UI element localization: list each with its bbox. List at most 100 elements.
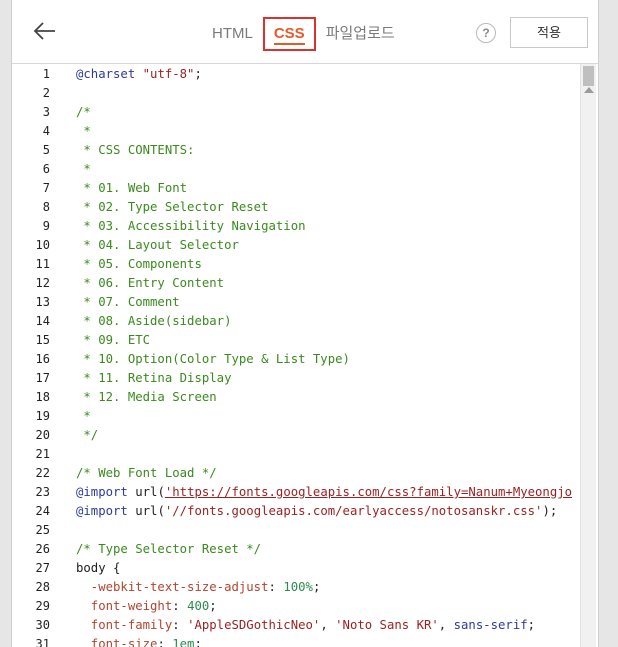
line-number: 17 — [35, 371, 50, 385]
tab-active-indicator — [273, 43, 305, 45]
code-line[interactable]: body { — [76, 559, 120, 578]
code-line[interactable]: @import url('https://fonts.googleapis.co… — [76, 483, 572, 502]
code-token: , — [438, 618, 454, 632]
line-number: 26 — [35, 542, 50, 556]
code-line[interactable]: * 03. Accessibility Navigation — [76, 217, 306, 236]
code-line[interactable]: * CSS CONTENTS: — [76, 141, 194, 160]
code-token: * 11. Retina Display — [76, 371, 232, 385]
code-token: /* Web Font Load */ — [76, 466, 217, 480]
help-icon[interactable]: ? — [476, 23, 496, 43]
code-line[interactable]: * 07. Comment — [76, 293, 180, 312]
code-token: * 07. Comment — [76, 295, 180, 309]
line-number: 25 — [35, 523, 50, 537]
editor-header: HTML CSS 파일업로드 ? 적용 — [12, 0, 598, 64]
line-number: 5 — [42, 143, 50, 157]
scrollbar-thumb[interactable] — [583, 66, 594, 86]
tab-css[interactable]: CSS — [262, 17, 316, 51]
line-number: 10 — [35, 238, 50, 252]
code-line[interactable]: font-family: 'AppleSDGothicNeo', 'Noto S… — [76, 616, 535, 635]
tab-file-upload[interactable]: 파일업로드 — [316, 17, 405, 51]
code-line[interactable]: font-size: 1em; — [76, 635, 202, 647]
code-token: : — [172, 599, 188, 613]
editor-tabs: HTML CSS 파일업로드 — [202, 17, 405, 51]
vertical-scrollbar[interactable] — [580, 64, 596, 647]
code-token: * 08. Aside(sidebar) — [76, 314, 232, 328]
code-token: * 09. ETC — [76, 333, 151, 347]
scroll-up-arrow-icon[interactable] — [584, 87, 594, 93]
code-line[interactable]: /* Type Selector Reset */ — [76, 540, 261, 559]
code-token: * 01. Web Font — [76, 181, 188, 195]
code-line[interactable]: * 06. Entry Content — [76, 274, 224, 293]
code-line[interactable]: * 04. Layout Selector — [76, 236, 239, 255]
code-token: * 02. Type Selector Reset — [76, 200, 269, 214]
line-number: 20 — [35, 428, 50, 442]
code-token: 100% — [283, 580, 313, 594]
code-token: font-family — [76, 618, 173, 632]
tab-html[interactable]: HTML — [202, 17, 263, 51]
code-line[interactable]: @charset "utf-8"; — [76, 65, 202, 84]
apply-button[interactable]: 적용 — [510, 17, 588, 48]
code-token: sans-serif — [453, 618, 528, 632]
frame-left-border — [0, 0, 12, 647]
line-number: 19 — [35, 409, 50, 423]
line-number: 11 — [35, 257, 50, 271]
code-line[interactable]: @import url('//fonts.googleapis.com/earl… — [76, 502, 557, 521]
line-number: 1 — [42, 67, 50, 81]
code-line[interactable]: * 01. Web Font — [76, 179, 187, 198]
code-line[interactable]: /* — [76, 103, 91, 122]
code-token: -webkit-text-size-adjust — [76, 580, 269, 594]
code-line[interactable]: /* Web Font Load */ — [76, 464, 217, 483]
code-token: /* — [76, 105, 91, 119]
code-token: 'Noto Sans KR' — [335, 618, 439, 632]
line-number: 14 — [35, 314, 50, 328]
code-token: 400 — [187, 599, 210, 613]
back-button[interactable] — [32, 18, 58, 44]
code-line[interactable]: * — [76, 122, 91, 141]
code-token: "utf-8" — [142, 67, 195, 81]
line-number: 8 — [42, 200, 50, 214]
code-line[interactable]: */ — [76, 426, 98, 445]
code-editor[interactable]: 1 2 3 4 5 6 7 8 9 10 11 12 13 14 15 16 17 18 19 20 21 22 23 24 2… — [12, 64, 598, 647]
code-token: * 04. Layout Selector — [76, 238, 239, 252]
line-number: 16 — [35, 352, 50, 366]
code-token: 'AppleSDGothicNeo' — [187, 618, 321, 632]
line-number: 23 — [35, 485, 50, 499]
line-number: 4 — [42, 124, 50, 138]
code-line[interactable]: * 02. Type Selector Reset — [76, 198, 269, 217]
code-line[interactable]: * — [76, 407, 91, 426]
code-token: ; — [194, 67, 202, 81]
code-line[interactable]: * 11. Retina Display — [76, 369, 231, 388]
code-token: font-size — [76, 637, 158, 647]
line-number: 13 — [35, 295, 50, 309]
code-line[interactable]: * 08. Aside(sidebar) — [76, 312, 231, 331]
code-token: * — [76, 162, 91, 176]
code-token: url( — [127, 504, 165, 518]
code-token: @import — [76, 504, 128, 518]
code-token: * 03. Accessibility Navigation — [76, 219, 306, 233]
code-token: ; — [527, 618, 536, 632]
code-line[interactable]: * 10. Option(Color Type & List Type) — [76, 350, 350, 369]
code-line[interactable]: font-weight: 400; — [76, 597, 217, 616]
code-token: '//fonts.googleapis.com/earlyaccess/noto… — [164, 504, 543, 518]
line-number: 29 — [35, 599, 50, 613]
code-token: 'https://fonts.googleapis.com/css?family… — [164, 485, 573, 499]
code-line[interactable]: * 12. Media Screen — [76, 388, 216, 407]
code-area[interactable]: @charset "utf-8"; /* * * CSS CONTENTS: * … — [76, 64, 584, 647]
code-line[interactable]: * 09. ETC — [76, 331, 150, 350]
code-token: ); — [542, 504, 558, 518]
code-token: * — [76, 409, 91, 423]
line-number: 21 — [35, 447, 50, 461]
code-line[interactable]: -webkit-text-size-adjust: 100%; — [76, 578, 321, 597]
line-number: 28 — [35, 580, 50, 594]
tab-css-label: CSS — [273, 25, 305, 42]
line-number: 18 — [35, 390, 50, 404]
code-line[interactable]: * 05. Components — [76, 255, 201, 274]
code-token: * — [76, 124, 91, 138]
code-token: ; — [312, 580, 321, 594]
line-number: 30 — [35, 618, 50, 632]
line-number: 15 — [35, 333, 50, 347]
line-number: 7 — [42, 181, 50, 195]
line-number: 3 — [42, 105, 50, 119]
code-line[interactable]: * — [76, 160, 91, 179]
